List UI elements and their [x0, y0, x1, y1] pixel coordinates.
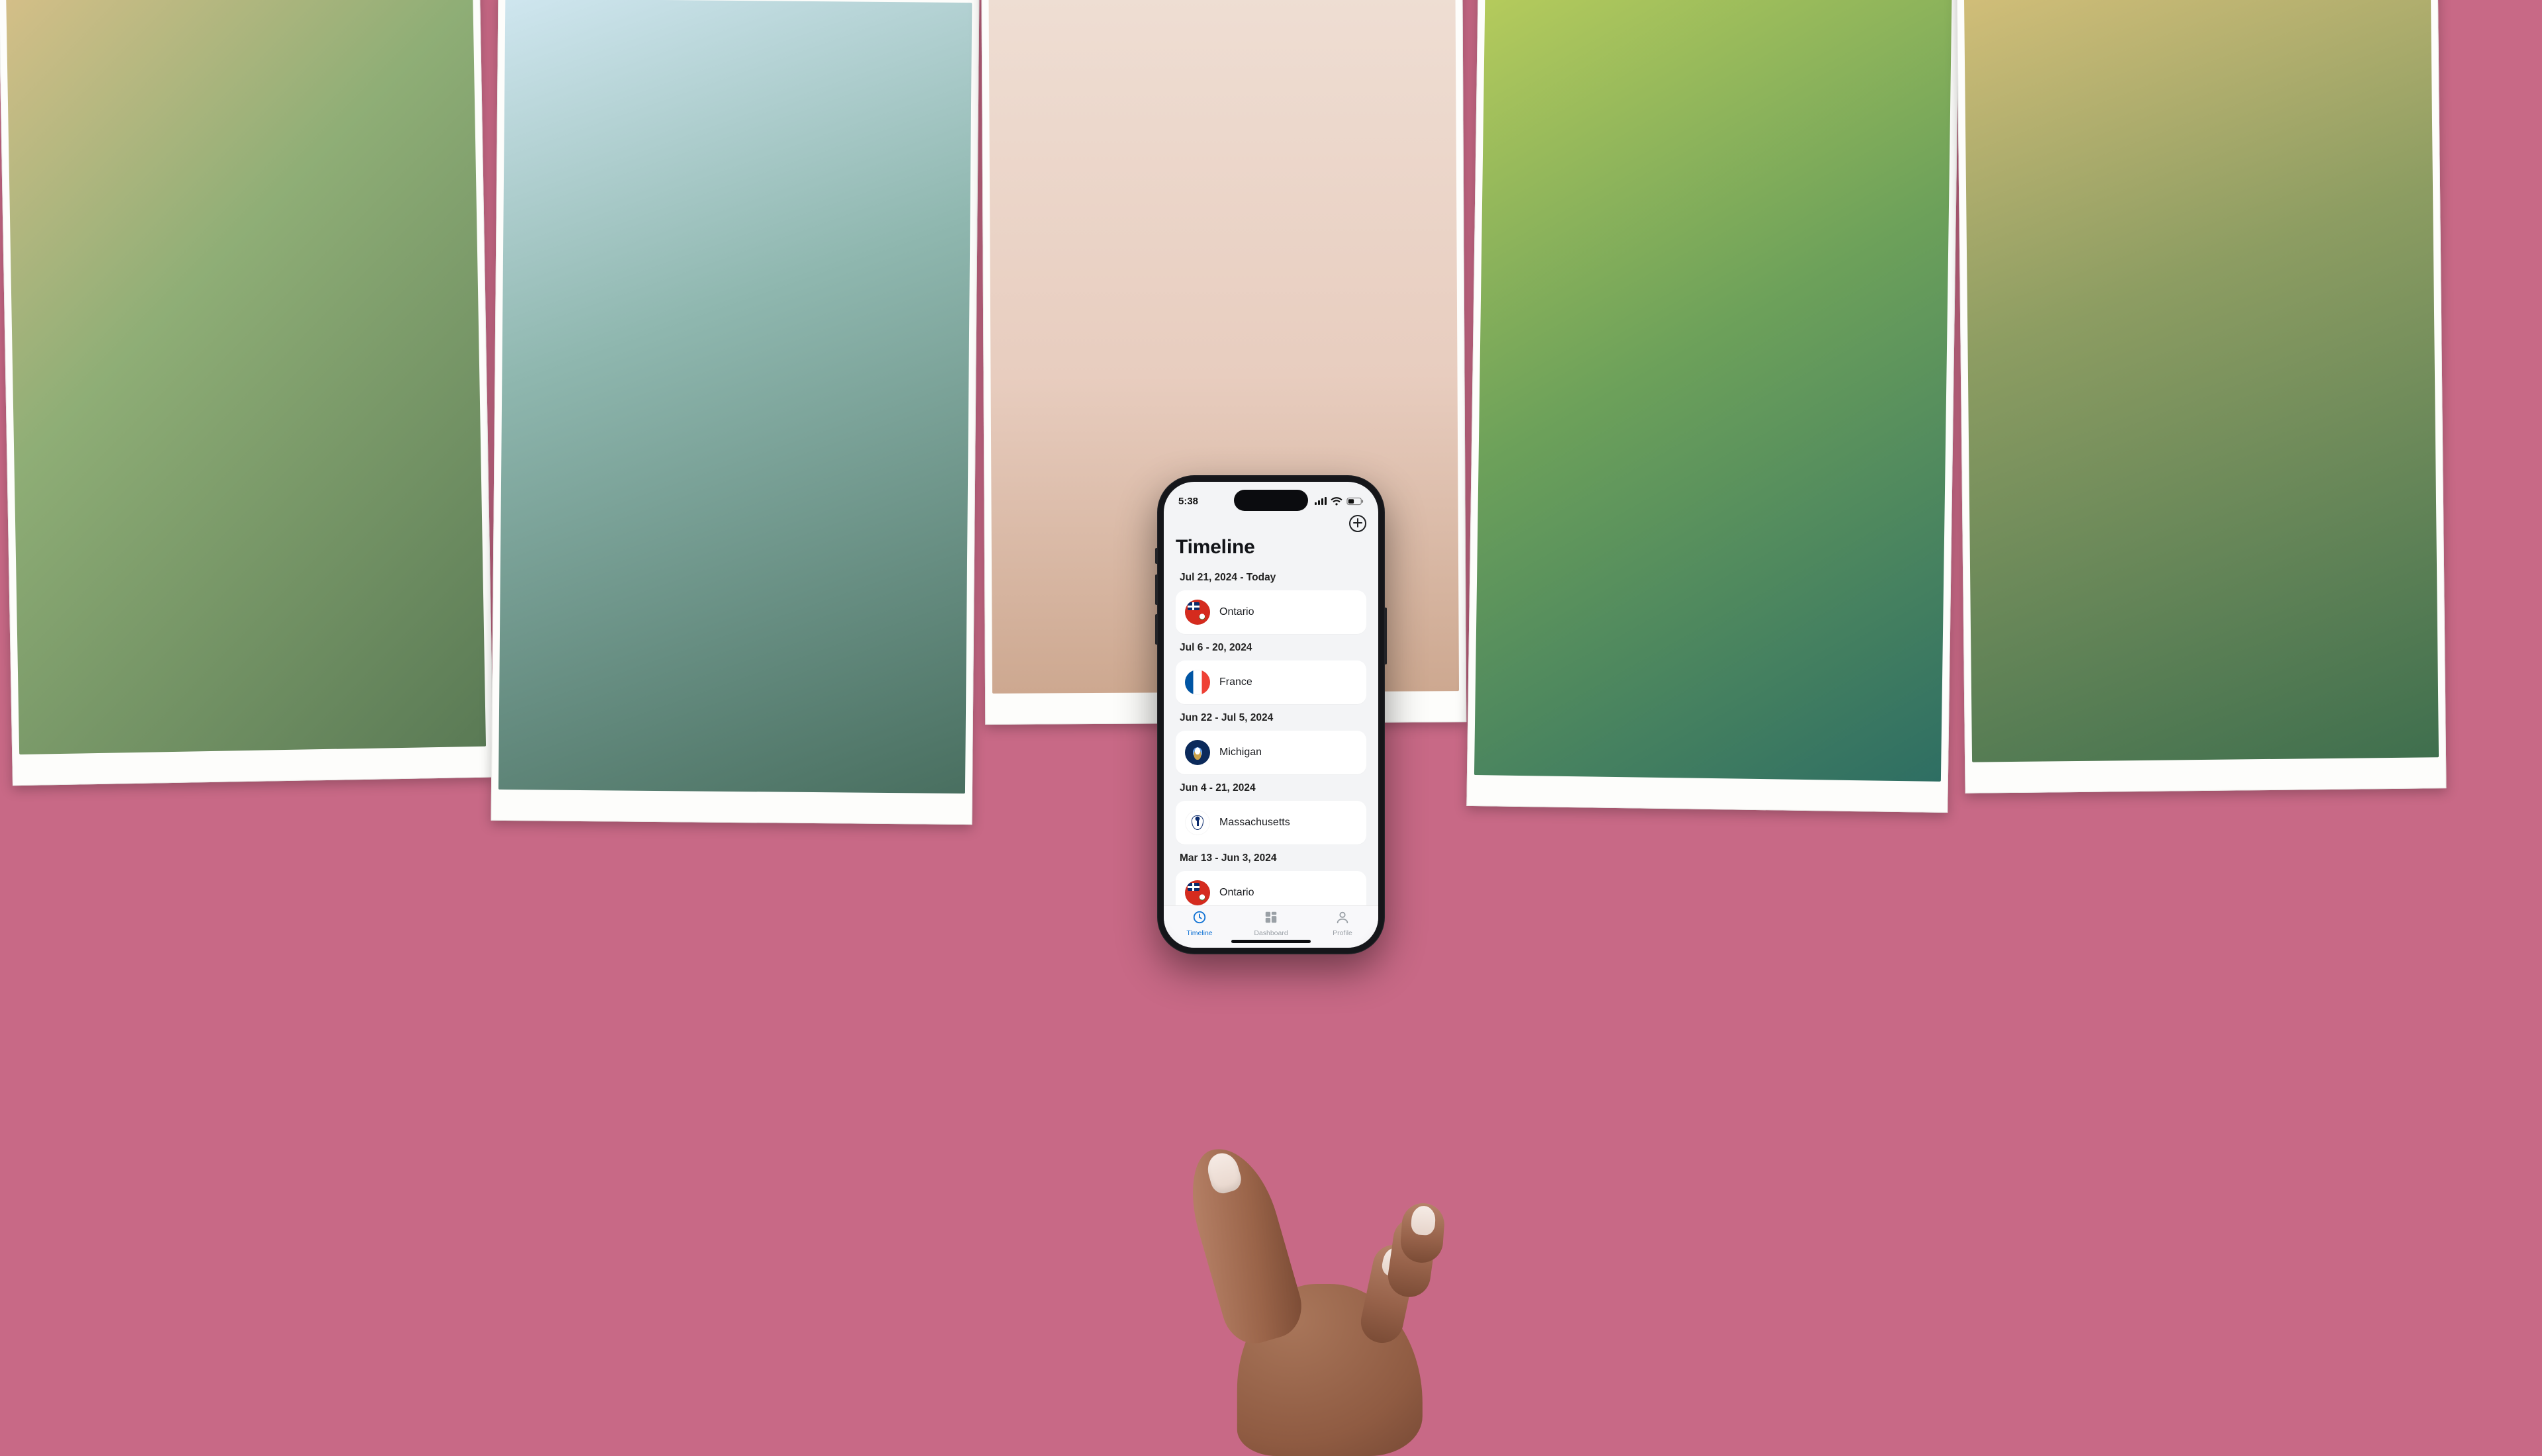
- dashboard-icon: [1264, 910, 1278, 928]
- phone-frame: 5:38: [1157, 475, 1385, 954]
- timeline-section: Jun 4 - 21, 2024 Massachusetts: [1170, 774, 1372, 844]
- plus-icon: [1353, 518, 1362, 529]
- polaroid-photo: [491, 0, 978, 825]
- date-range: Jul 6 - 20, 2024: [1176, 639, 1366, 660]
- battery-icon: [1346, 497, 1364, 506]
- app-bar: [1164, 515, 1378, 535]
- flag-icon: [1185, 810, 1210, 835]
- tab-dashboard[interactable]: Dashboard: [1236, 910, 1307, 937]
- polaroid-photo: [1957, 0, 2447, 794]
- place-name: Ontario: [1219, 606, 1254, 618]
- place-card[interactable]: Ontario: [1176, 590, 1366, 634]
- date-range: Mar 13 - Jun 3, 2024: [1176, 850, 1366, 871]
- place-name: Massachusetts: [1219, 817, 1290, 829]
- cellular-icon: [1315, 497, 1327, 505]
- timeline-section: Jun 22 - Jul 5, 2024 Michigan: [1170, 704, 1372, 774]
- place-name: Michigan: [1219, 747, 1262, 758]
- polaroid-photo: [0, 0, 493, 786]
- volume-down-button: [1155, 614, 1158, 645]
- profile-icon: [1335, 910, 1350, 928]
- silent-switch: [1155, 548, 1158, 564]
- place-name: France: [1219, 676, 1252, 688]
- tab-profile[interactable]: Profile: [1307, 910, 1378, 937]
- place-name: Ontario: [1219, 887, 1254, 899]
- power-button: [1384, 608, 1387, 664]
- flag-icon: [1185, 740, 1210, 765]
- date-range: Jul 21, 2024 - Today: [1176, 569, 1366, 590]
- flag-icon: [1185, 880, 1210, 905]
- tab-label: Timeline: [1186, 929, 1212, 937]
- tab-label: Dashboard: [1254, 929, 1288, 937]
- wifi-icon: [1331, 497, 1342, 506]
- volume-up-button: [1155, 574, 1158, 605]
- phone-screen: 5:38: [1164, 482, 1378, 948]
- date-range: Jun 4 - 21, 2024: [1176, 780, 1366, 801]
- place-card[interactable]: Ontario: [1176, 871, 1366, 905]
- dynamic-island: [1234, 490, 1308, 511]
- date-range: Jun 22 - Jul 5, 2024: [1176, 709, 1366, 731]
- clock-icon: [1192, 910, 1207, 928]
- place-card[interactable]: Massachusetts: [1176, 801, 1366, 844]
- timeline-section: Jul 21, 2024 - Today Ontario: [1170, 564, 1372, 634]
- flag-icon: [1185, 670, 1210, 695]
- place-card[interactable]: Michigan: [1176, 731, 1366, 774]
- polaroid-photo: [1466, 0, 1959, 813]
- status-time: 5:38: [1178, 496, 1198, 507]
- add-button[interactable]: [1349, 515, 1366, 532]
- place-card[interactable]: France: [1176, 660, 1366, 704]
- tab-label: Profile: [1333, 929, 1352, 937]
- timeline-list[interactable]: Jul 21, 2024 - Today Ontario Jul 6 - 20, 2…: [1164, 563, 1378, 905]
- tab-timeline[interactable]: Timeline: [1164, 910, 1235, 937]
- page-title: Timeline: [1164, 535, 1378, 563]
- scene: 5:38: [0, 0, 2542, 1430]
- hand-holding-phone: [1131, 1112, 1449, 1456]
- timeline-section: Mar 13 - Jun 3, 2024 Ontario: [1170, 844, 1372, 905]
- flag-icon: [1185, 600, 1210, 625]
- timeline-section: Jul 6 - 20, 2024 France: [1170, 634, 1372, 704]
- home-indicator[interactable]: [1231, 940, 1311, 943]
